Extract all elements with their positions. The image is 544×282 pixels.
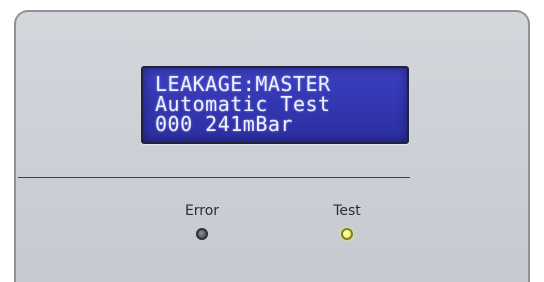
panel-divider xyxy=(18,177,410,178)
error-led-icon xyxy=(196,228,208,240)
test-led-icon xyxy=(341,228,353,240)
lcd-display: LEAKAGE:MASTER Automatic Test 000 241mBa… xyxy=(141,66,409,144)
lcd-line-1: LEAKAGE:MASTER xyxy=(155,72,331,96)
lcd-line-3: 000 241mBar xyxy=(155,112,293,136)
control-panel: LEAKAGE:MASTER Automatic Test 000 241mBa… xyxy=(14,10,530,282)
lcd-line-2: Automatic Test xyxy=(155,92,331,116)
error-label: Error xyxy=(184,203,220,219)
test-label: Test xyxy=(333,203,361,219)
